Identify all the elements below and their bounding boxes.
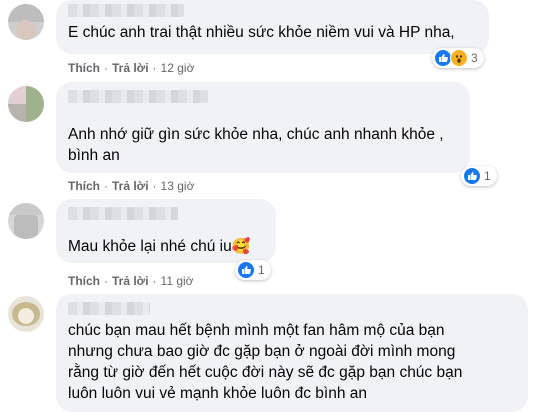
avatar[interactable] <box>8 296 44 332</box>
like-link[interactable]: Thích <box>68 61 100 75</box>
comment-time[interactable]: 11 giờ <box>161 274 194 288</box>
author-name-blurred[interactable] <box>68 207 178 220</box>
comment-actions: Thích · Trả lời · 11 giờ <box>68 274 194 288</box>
avatar[interactable] <box>8 4 44 40</box>
comment-text: E chúc anh trai thật nhiều sức khỏe niềm… <box>68 24 455 41</box>
reaction-summary[interactable]: 1 <box>235 260 271 280</box>
like-link[interactable]: Thích <box>68 274 100 288</box>
reaction-count: 1 <box>484 169 491 183</box>
comment-actions: Thích · Trả lời · 13 giờ <box>68 179 195 193</box>
comment-text: chúc bạn mau hết bệnh mình một fan hâm m… <box>68 322 463 402</box>
reply-link[interactable]: Trả lời <box>112 179 149 193</box>
author-name-blurred[interactable] <box>68 4 184 17</box>
comment-actions: Thích · Trả lời · 12 giờ <box>68 61 195 75</box>
avatar[interactable] <box>8 203 44 239</box>
comment-bubble: E chúc anh trai thật nhiều sức khỏe niềm… <box>56 0 489 54</box>
reaction-count: 3 <box>471 51 478 65</box>
comment-text: Mau khỏe lại nhé chú iu🥰 <box>68 238 251 255</box>
author-name-blurred[interactable] <box>68 302 150 315</box>
comment-time[interactable]: 12 giờ <box>161 61 195 75</box>
author-name-blurred[interactable] <box>68 90 208 103</box>
reaction-summary[interactable]: 1 <box>461 166 497 186</box>
like-link[interactable]: Thích <box>68 179 100 193</box>
reaction-summary[interactable]: 3 <box>432 48 484 68</box>
like-icon <box>463 167 481 185</box>
smiling-face-with-hearts-emoji: 🥰 <box>231 238 251 255</box>
comment-bubble: Anh nhớ giữ gìn sức khỏe nha, chúc anh n… <box>56 82 470 173</box>
comment-bubble: chúc bạn mau hết bệnh mình một fan hâm m… <box>56 294 528 412</box>
comment-bubble: Mau khỏe lại nhé chú iu🥰 <box>56 199 276 263</box>
comment-time[interactable]: 13 giờ <box>161 179 195 193</box>
reply-link[interactable]: Trả lời <box>112 61 149 75</box>
reaction-count: 1 <box>258 263 265 277</box>
comment-text: Anh nhớ giữ gìn sức khỏe nha, chúc anh n… <box>68 126 444 164</box>
reply-link[interactable]: Trả lời <box>112 274 149 288</box>
avatar[interactable] <box>8 86 44 122</box>
wow-icon <box>450 49 468 67</box>
like-icon <box>237 261 255 279</box>
